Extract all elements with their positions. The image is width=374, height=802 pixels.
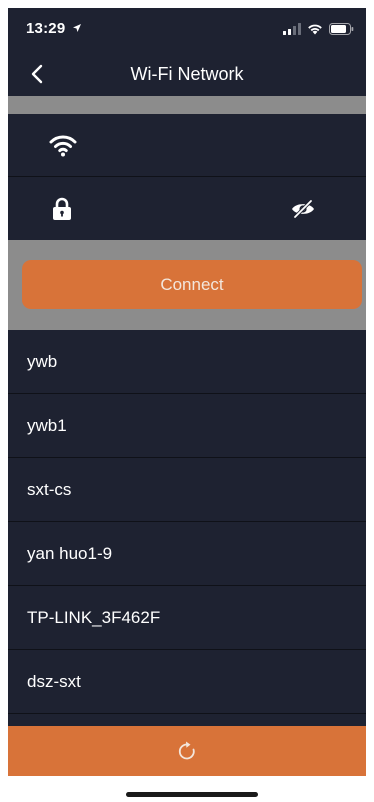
password-row (8, 177, 366, 240)
status-bar: 13:29 (8, 8, 366, 52)
network-list-item[interactable] (8, 714, 366, 726)
cellular-signal-icon (283, 23, 301, 35)
toggle-password-visibility-button[interactable] (290, 199, 316, 219)
network-list-item[interactable]: sxt-cs (8, 458, 366, 522)
network-list[interactable]: ywb ywb1 sxt-cs yan huo1-9 TP-LINK_3F462F dsz… (8, 330, 366, 726)
connect-button[interactable]: Connect (22, 260, 362, 309)
refresh-icon (178, 741, 195, 760)
status-icons (283, 22, 354, 36)
battery-icon (329, 23, 354, 35)
page-title: Wi-Fi Network (130, 64, 244, 84)
app-screen: 13:29 Wi-Fi Network Connect ywb ywb1 sxt… (8, 8, 366, 802)
network-list-item[interactable]: ywb (8, 330, 366, 394)
home-indicator-area (8, 776, 366, 802)
home-indicator[interactable] (126, 792, 258, 797)
navigation-bar: Wi-Fi Network (8, 52, 366, 96)
network-list-item[interactable]: yan huo1-9 (8, 522, 366, 586)
clock-text: 13:29 (26, 20, 66, 37)
lock-icon (52, 197, 72, 221)
network-list-item[interactable]: dsz-sxt (8, 650, 366, 714)
location-arrow-icon (72, 24, 81, 32)
status-time: 13:29 (26, 20, 82, 37)
network-list-item[interactable]: ywb1 (8, 394, 366, 458)
eye-slash-icon (292, 199, 314, 218)
network-list-item[interactable]: TP-LINK_3F462F (8, 586, 366, 650)
password-input[interactable] (98, 191, 282, 227)
ssid-input[interactable] (98, 128, 282, 164)
wifi-status-icon (308, 24, 322, 35)
wifi-icon (48, 133, 78, 157)
ssid-row (8, 114, 366, 177)
divider-band (8, 96, 366, 114)
refresh-button[interactable] (8, 726, 366, 776)
